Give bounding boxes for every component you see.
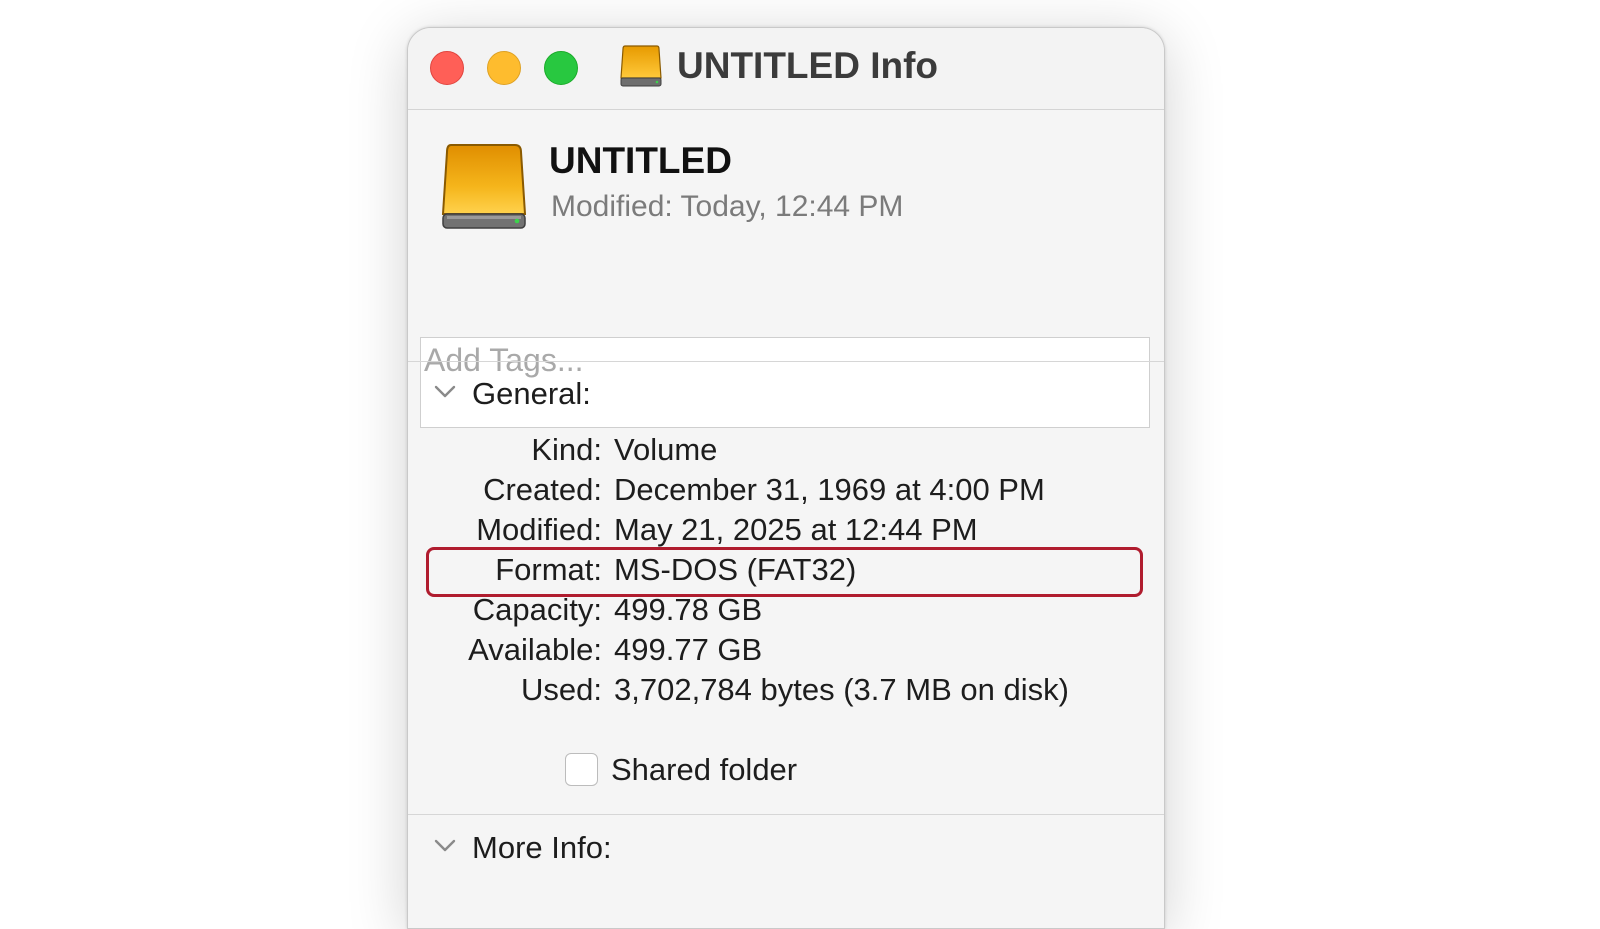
shared-folder-label[interactable]: Shared folder — [611, 752, 797, 788]
info-row-available: Available: 499.77 GB — [408, 632, 1164, 672]
info-value: Volume — [614, 432, 718, 467]
tags-placeholder: Add Tags... — [424, 342, 584, 378]
info-key: Modified: — [476, 512, 602, 547]
format-highlight-box — [426, 547, 1143, 597]
close-button[interactable] — [430, 51, 464, 85]
info-window: UNTITLED Info UNTITLED Modified: Today, … — [407, 27, 1165, 929]
info-row-modified: Modified: May 21, 2025 at 12:44 PM — [408, 512, 1164, 552]
general-section-label: General: — [472, 376, 591, 411]
shared-folder-checkbox[interactable] — [565, 753, 598, 786]
title-bar[interactable]: UNTITLED Info — [408, 28, 1164, 110]
divider — [408, 361, 1164, 362]
info-row-used: Used: 3,702,784 bytes (3.7 MB on disk) — [408, 672, 1164, 712]
info-value: December 31, 1969 at 4:00 PM — [614, 472, 1045, 507]
info-value: May 21, 2025 at 12:44 PM — [614, 512, 978, 547]
chevron-down-icon — [434, 839, 456, 852]
info-key: Used: — [521, 672, 602, 707]
volume-name: UNTITLED — [549, 140, 732, 181]
info-value: 499.78 GB — [614, 592, 763, 627]
more-info-section-label: More Info: — [472, 830, 612, 865]
divider — [408, 814, 1164, 815]
chevron-down-icon — [434, 385, 456, 398]
volume-modified: Modified: Today, 12:44 PM — [551, 190, 904, 223]
external-drive-icon — [620, 45, 662, 87]
info-key: Capacity: — [472, 592, 602, 627]
window-title: UNTITLED Info — [677, 45, 939, 86]
info-key: Created: — [483, 472, 602, 507]
info-key: Available: — [468, 632, 602, 667]
info-row-kind: Kind: Volume — [408, 432, 1164, 472]
info-row-capacity: Capacity: 499.78 GB — [408, 592, 1164, 632]
info-key: Kind: — [531, 432, 602, 467]
info-row-created: Created: December 31, 1969 at 4:00 PM — [408, 472, 1164, 512]
info-value: 3,702,784 bytes (3.7 MB on disk) — [614, 672, 1069, 707]
zoom-button[interactable] — [544, 51, 578, 85]
external-drive-icon — [441, 144, 527, 229]
minimize-button[interactable] — [487, 51, 521, 85]
info-header: UNTITLED Modified: Today, 12:44 PM Add T… — [408, 110, 1164, 428]
info-value: 499.77 GB — [614, 632, 763, 667]
